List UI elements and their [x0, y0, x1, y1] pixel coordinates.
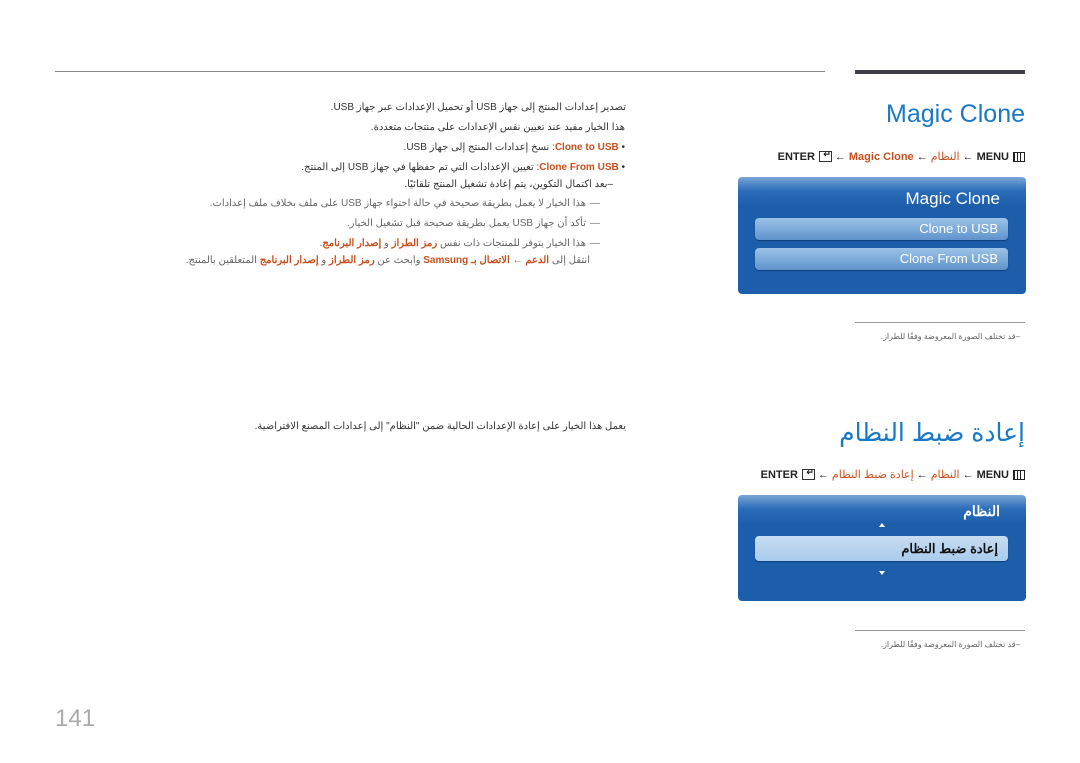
header-accent-bar: [855, 70, 1025, 74]
panel-title: النظام: [963, 503, 1000, 519]
image-note-rule: [855, 322, 1025, 323]
bullet-text: : تعيين الإعدادات التي تم حفظها في جهاز …: [301, 162, 540, 173]
note-text: ←: [509, 255, 526, 266]
panel-title: Magic Clone: [905, 189, 1001, 208]
note-text: وابحث عن: [374, 255, 424, 266]
arrow-icon: ←: [962, 468, 974, 481]
note-text: و: [381, 238, 392, 249]
breadcrumb-menu: MENU: [976, 150, 1009, 163]
magic-clone-panel: Magic Clone Clone to USB Clone From USB: [738, 177, 1026, 294]
note-text: هذا الخيار لا يعمل بطريقة صحيحة في حالة …: [209, 198, 586, 209]
term: Clone to USB: [554, 142, 619, 153]
note-3: —هذا الخيار يتوفر للمنتجات ذات نفس رمز ا…: [319, 238, 600, 249]
enter-icon: [801, 467, 815, 480]
menu-icon: [1013, 469, 1025, 480]
header-rule: [55, 71, 825, 72]
menu-icon: [1013, 151, 1025, 162]
breadcrumb-step-system: النظام: [930, 151, 960, 163]
image-note: –قد تختلف الصورة المعروضة وفقًا للطراز.: [880, 332, 1020, 341]
breadcrumb-step-system-reset: إعادة ضبط النظام: [831, 469, 914, 481]
note-1: —هذا الخيار لا يعمل بطريقة صحيحة في حالة…: [209, 198, 600, 209]
bullet-clone-to-usb: • Clone to USB: نسخ إعدادات المنتج إلى ج…: [403, 142, 625, 153]
breadcrumb-system-reset: ENTER ← إعادة ضبط النظام ← النظام ← MENU: [760, 467, 1025, 481]
term: Clone From USB: [539, 162, 619, 173]
arrow-icon: ←: [834, 150, 846, 163]
note-text: تأكد أن جهاز USB يعمل بطريقة صحيحة قبل ت…: [346, 218, 586, 229]
term: الدعم: [525, 255, 550, 266]
arrow-icon: ←: [916, 150, 928, 163]
term: الاتصال بـ Samsung: [423, 255, 510, 266]
clone-to-usb-button[interactable]: Clone to USB: [755, 218, 1008, 240]
breadcrumb-step-system: النظام: [930, 469, 960, 481]
image-note-rule: [855, 630, 1025, 631]
arrow-icon: ←: [817, 468, 829, 481]
arrow-icon: ←: [916, 468, 928, 481]
breadcrumb-magic-clone: ENTER ← Magic Clone ← النظام ← MENU: [777, 149, 1025, 163]
clone-from-usb-button[interactable]: Clone From USB: [755, 248, 1008, 270]
bullet-clone-from-usb: • Clone From USB: تعيين الإعدادات التي ت…: [301, 162, 625, 173]
system-reset-item[interactable]: إعادة ضبط النظام: [755, 536, 1008, 561]
section-title-system-reset: إعادة ضبط النظام: [839, 419, 1025, 447]
breadcrumb-enter: ENTER: [760, 468, 798, 481]
system-panel: النظام إعادة ضبط النظام: [738, 495, 1026, 601]
note-text: انتقل إلى: [549, 255, 590, 266]
system-reset-description: يعمل هذا الخيار على إعادة الإعدادات الحا…: [254, 421, 626, 432]
note-4: انتقل إلى الدعم ← الاتصال بـ Samsung واب…: [186, 255, 590, 266]
scroll-up-icon[interactable]: [879, 523, 885, 527]
page-number: 141: [55, 705, 96, 732]
intro-text-2: هذا الخيار مفيد عند تعيين نفس الإعدادات …: [370, 122, 625, 133]
breadcrumb-enter: ENTER: [777, 150, 815, 163]
bullet-text: : نسخ إعدادات المنتج إلى جهاز USB.: [403, 142, 555, 153]
term: إصدار البرنامج: [322, 238, 382, 249]
breadcrumb-step-magic-clone: Magic Clone: [848, 150, 914, 163]
image-note: –قد تختلف الصورة المعروضة وفقًا للطراز.: [880, 640, 1020, 649]
intro-text: تصدير إعدادات المنتج إلى جهاز USB أو تحم…: [330, 102, 626, 113]
breadcrumb-menu: MENU: [976, 468, 1009, 481]
arrow-icon: ←: [962, 150, 974, 163]
note-text: هذا الخيار يتوفر للمنتجات ذات نفس: [437, 238, 586, 249]
term: إصدار البرنامج: [259, 255, 319, 266]
note-2: —تأكد أن جهاز USB يعمل بطريقة صحيحة قبل …: [346, 218, 600, 229]
note-text: المتعلقين بالمنتج.: [185, 255, 260, 266]
enter-icon: [818, 149, 832, 162]
bullet-sub-note: –بعد اكتمال التكوين، يتم إعادة تشغيل الم…: [404, 179, 613, 190]
note-text: و: [318, 255, 330, 266]
section-title-magic-clone: Magic Clone: [886, 100, 1025, 128]
term: رمز الطراز: [391, 238, 438, 249]
scroll-down-icon[interactable]: [879, 571, 885, 575]
term: رمز الطراز: [329, 255, 375, 266]
